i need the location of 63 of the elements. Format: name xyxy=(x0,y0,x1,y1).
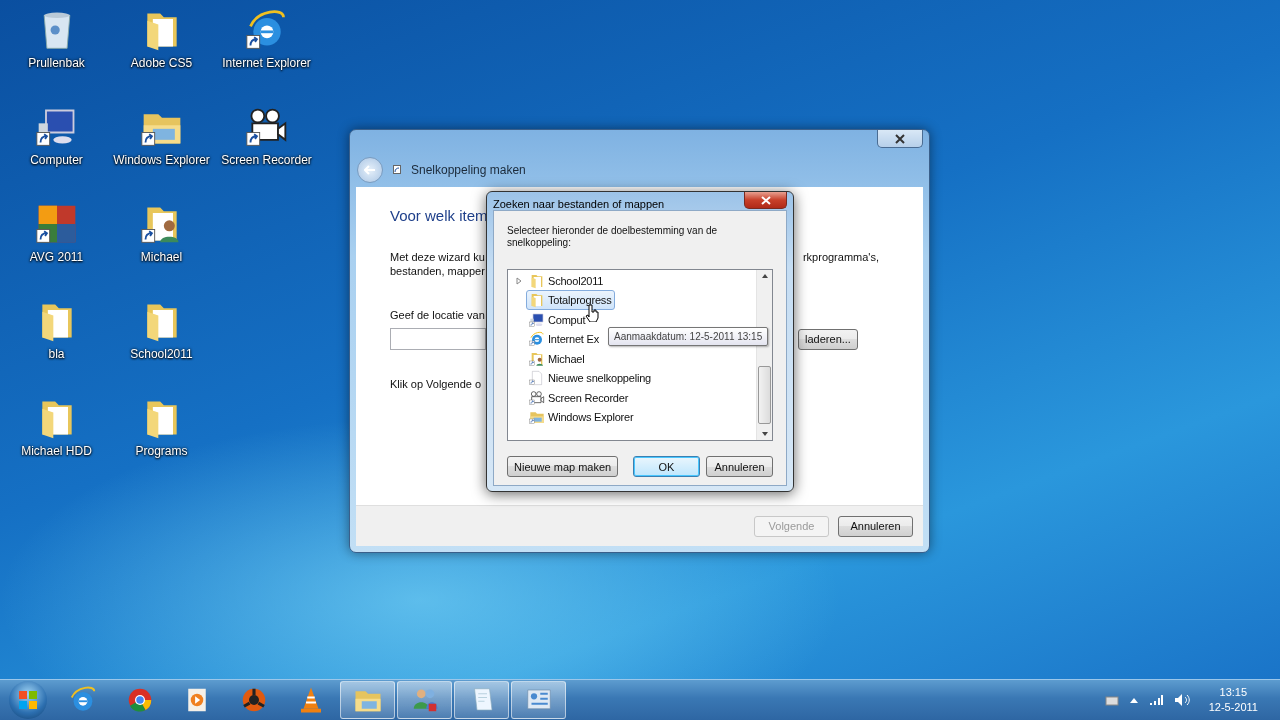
signal-icon[interactable] xyxy=(1148,694,1163,706)
instruction-text: Selecteer hieronder de doelbestemming van de snelkoppeling: xyxy=(507,225,719,249)
intro-text: bestanden, mapper xyxy=(390,264,485,278)
hint-text: Klik op Volgende o xyxy=(390,377,482,391)
folder-icon xyxy=(529,292,545,309)
desktop-icon-label[interactable]: Windows Explorer xyxy=(113,153,210,167)
tree-item[interactable]: Screen Recorder xyxy=(526,387,633,408)
tree-item[interactable]: Comput xyxy=(526,309,590,330)
clock[interactable]: 13:15 12-5-2011 xyxy=(1208,685,1258,715)
intro-text: rkprogramma's, xyxy=(802,250,879,264)
location-label: Geef de locatie van xyxy=(390,308,485,322)
computer-icon xyxy=(529,311,545,328)
taskbar-button[interactable] xyxy=(397,681,452,719)
taskbar-button[interactable] xyxy=(511,681,566,719)
user-folder-icon xyxy=(529,350,545,367)
windows-flag-icon xyxy=(18,690,38,710)
close-button[interactable] xyxy=(744,192,787,209)
desktop-icon-label[interactable]: Prullenbak xyxy=(28,56,85,70)
dialog-title: Zoeken naar bestanden of mappen xyxy=(493,197,665,210)
desktop-icon-label[interactable]: Programs xyxy=(135,444,188,458)
caret-up-icon[interactable] xyxy=(1129,697,1138,703)
tree-item[interactable]: School2011 xyxy=(526,270,608,291)
wizard-heading: Voor welk item xyxy=(390,207,489,224)
keyboard-icon[interactable] xyxy=(1104,694,1119,706)
document-icon xyxy=(529,370,545,387)
wizard-button[interactable]: Annuleren xyxy=(838,515,913,537)
dialog-button[interactable]: Nieuwe map maken xyxy=(507,456,619,477)
desktop-icon-label[interactable]: Internet Explorer xyxy=(222,56,311,70)
browse-button[interactable]: laderen... xyxy=(798,328,858,350)
tree-item[interactable]: Michael xyxy=(526,348,589,369)
close-icon xyxy=(760,195,771,205)
desktop-icon-label[interactable]: Screen Recorder xyxy=(221,153,312,167)
back-button[interactable] xyxy=(357,156,383,183)
window-title: Snelkoppeling maken xyxy=(411,162,526,177)
speaker-icon[interactable] xyxy=(1173,693,1190,707)
desktop-icon-label[interactable]: Michael xyxy=(140,250,183,264)
taskbar-button[interactable] xyxy=(340,681,395,719)
desktop-icon-label[interactable]: bla xyxy=(48,347,65,361)
close-icon xyxy=(895,133,905,144)
shortcut-icon xyxy=(393,165,401,174)
folder-icon xyxy=(529,409,545,426)
desktop-icon-label[interactable]: School2011 xyxy=(130,347,193,361)
desktop-icon-label[interactable]: AVG 2011 xyxy=(29,250,84,264)
location-field[interactable] xyxy=(390,328,486,350)
camera-icon xyxy=(529,389,545,406)
folder-icon xyxy=(529,272,545,289)
desktop-icon-label[interactable]: Michael HDD xyxy=(21,444,92,458)
hand-cursor-icon xyxy=(585,304,599,322)
dialog-button[interactable]: Annuleren xyxy=(706,456,773,477)
desktop-icon-label[interactable]: Computer xyxy=(30,153,83,167)
dialog-button[interactable]: OK xyxy=(633,456,700,477)
tooltip: Aanmaakdatum: 12-5-2011 13:15 xyxy=(608,327,769,346)
start-button[interactable] xyxy=(9,681,47,719)
taskbar-button[interactable] xyxy=(454,681,509,719)
tree-item[interactable]: Nieuwe snelkoppeling xyxy=(526,368,655,389)
tree-item[interactable]: Windows Explorer xyxy=(526,407,638,428)
tree-item[interactable]: Internet Ex xyxy=(526,329,603,350)
intro-text: Met deze wizard ku xyxy=(390,250,485,264)
tree-item[interactable]: Totalprogress xyxy=(526,290,616,311)
desktop-icon-label[interactable]: Adobe CS5 xyxy=(130,56,193,70)
close-button[interactable] xyxy=(877,130,923,148)
globe-e-icon xyxy=(529,331,545,348)
back-arrow-icon xyxy=(364,164,376,175)
